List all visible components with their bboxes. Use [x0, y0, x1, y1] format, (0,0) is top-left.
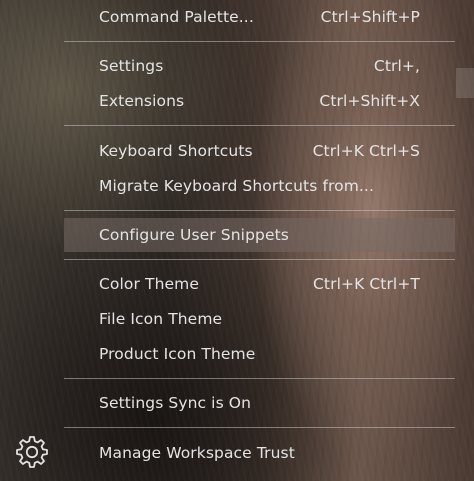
menu-item-shortcut: Ctrl+K Ctrl+T	[313, 275, 420, 293]
menu-item-command-palette[interactable]: Command Palette... Ctrl+Shift+P	[64, 0, 455, 34]
menu-item-file-icon-theme[interactable]: File Icon Theme	[64, 302, 455, 336]
menu-item-shortcut: Ctrl+,	[373, 57, 420, 75]
menu-separator	[64, 210, 455, 211]
menu-item-label: Color Theme	[99, 275, 199, 293]
menu-separator	[64, 125, 455, 126]
menu-item-configure-user-snippets[interactable]: Configure User Snippets	[64, 218, 455, 252]
menu-item-label: File Icon Theme	[99, 310, 223, 328]
menu-item-label: Settings Sync is On	[99, 394, 252, 412]
menu-item-label: Configure User Snippets	[99, 226, 289, 244]
menu-item-shortcut: Ctrl+Shift+X	[319, 92, 420, 110]
menu-separator	[64, 259, 455, 260]
menu-separator	[64, 427, 455, 428]
menu-item-color-theme[interactable]: Color Theme Ctrl+K Ctrl+T	[64, 267, 455, 301]
scrollbar-thumb[interactable]	[456, 68, 474, 98]
menu-item-shortcut: Ctrl+Shift+P	[320, 8, 420, 26]
menu-item-label: Keyboard Shortcuts	[99, 142, 253, 160]
menu-item-label: Product Icon Theme	[99, 345, 256, 363]
menu-separator	[64, 41, 455, 42]
menu-item-product-icon-theme[interactable]: Product Icon Theme	[64, 337, 455, 371]
manage-menu: Command Palette... Ctrl+Shift+P Settings…	[64, 0, 455, 481]
menu-item-label: Settings	[99, 57, 164, 75]
menu-item-migrate-keyboard-shortcuts[interactable]: Migrate Keyboard Shortcuts from...	[64, 169, 455, 203]
gear-icon[interactable]	[14, 434, 50, 470]
menu-item-label: Migrate Keyboard Shortcuts from...	[99, 177, 374, 195]
menu-item-keyboard-shortcuts[interactable]: Keyboard Shortcuts Ctrl+K Ctrl+S	[64, 134, 455, 168]
menu-item-settings[interactable]: Settings Ctrl+,	[64, 49, 455, 83]
menu-item-label: Command Palette...	[99, 8, 254, 26]
menu-item-label: Manage Workspace Trust	[99, 444, 295, 462]
menu-separator	[64, 378, 455, 379]
menu-item-label: Extensions	[99, 92, 185, 110]
menu-item-settings-sync[interactable]: Settings Sync is On	[64, 386, 455, 420]
app-window: Command Palette... Ctrl+Shift+P Settings…	[0, 0, 474, 481]
menu-item-manage-workspace-trust[interactable]: Manage Workspace Trust	[64, 436, 455, 470]
menu-item-shortcut: Ctrl+K Ctrl+S	[312, 142, 420, 160]
menu-item-extensions[interactable]: Extensions Ctrl+Shift+X	[64, 84, 455, 118]
